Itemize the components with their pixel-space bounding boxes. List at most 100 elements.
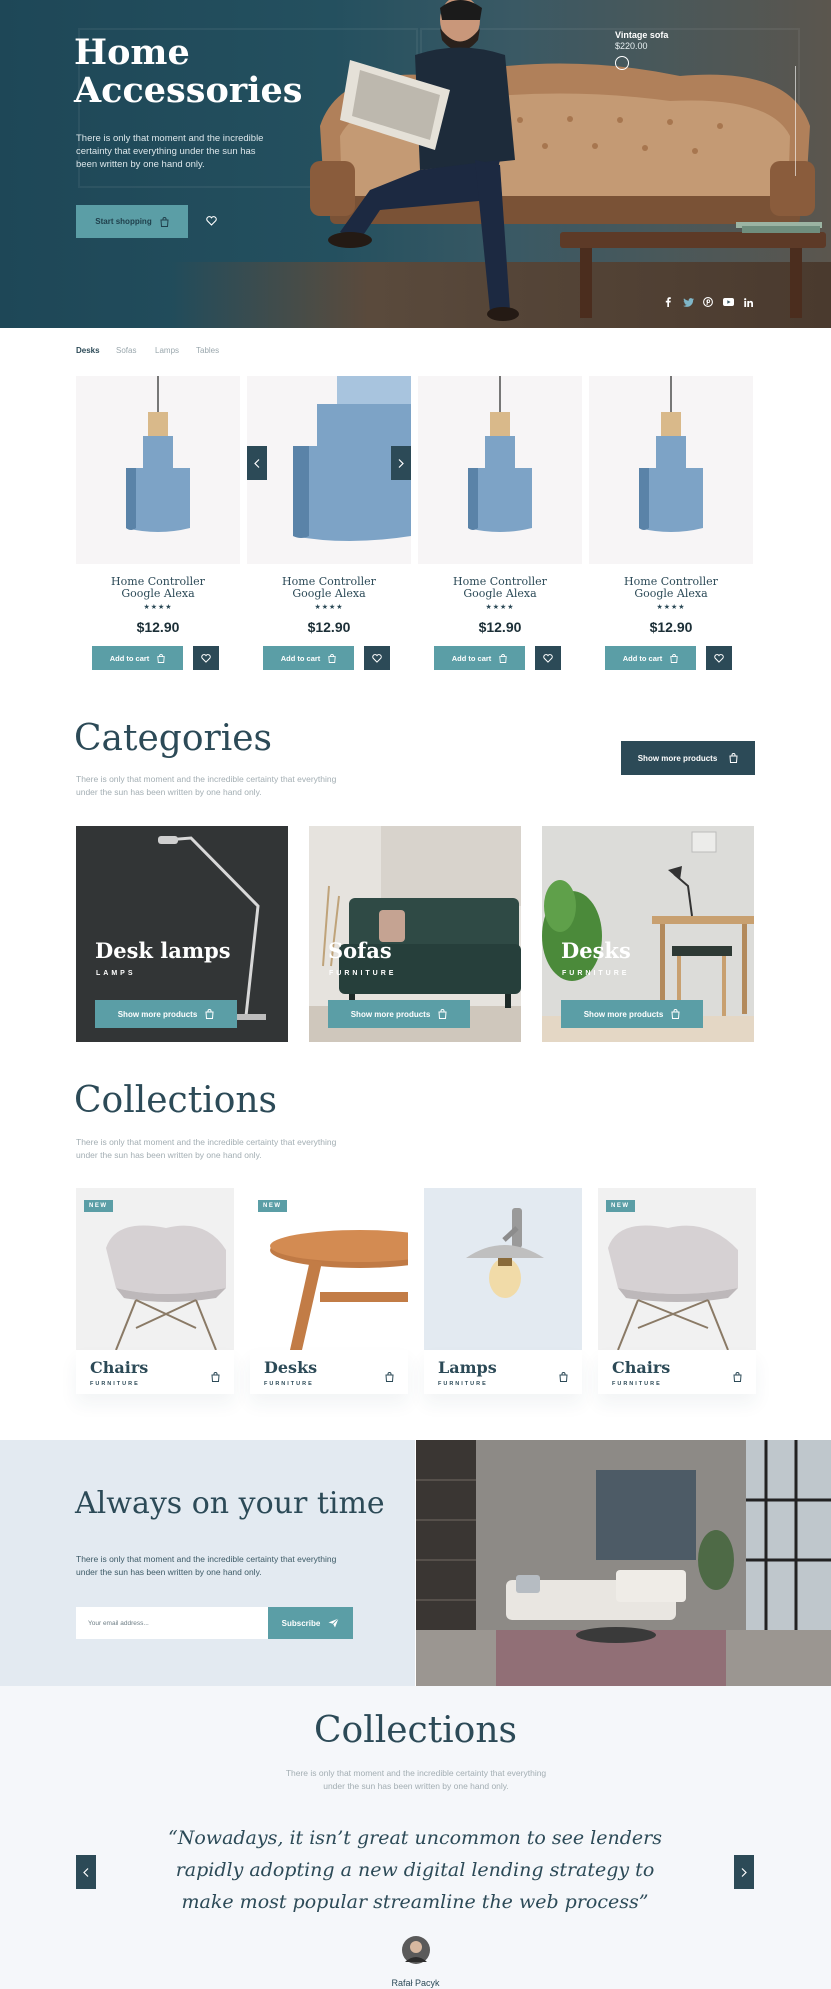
start-shopping-label: Start shopping (95, 217, 152, 226)
add-to-cart-button[interactable]: Add to cart (434, 646, 525, 670)
collection-card-desks[interactable] (250, 1188, 408, 1350)
collection-title: Chairs (90, 1358, 149, 1377)
pendant-lamp-image (468, 376, 532, 532)
collection-cart-button[interactable] (385, 1369, 394, 1387)
testimonial-next-button[interactable] (734, 1855, 754, 1889)
start-shopping-button[interactable]: Start shopping (76, 205, 188, 238)
collection-cart-button[interactable] (733, 1369, 742, 1387)
product-image[interactable] (589, 376, 753, 564)
facebook-icon[interactable] (662, 296, 674, 308)
newsletter-title: Always on your time (75, 1486, 385, 1521)
wishlist-button[interactable] (706, 646, 732, 670)
chevron-right-icon (741, 1867, 747, 1877)
product-price: $12.90 (649, 619, 693, 635)
heart-icon (543, 653, 553, 663)
hero-text: There is only that moment and the incred… (76, 133, 264, 170)
product-price: $12.90 (136, 619, 180, 635)
shopping-bag-icon (438, 1009, 447, 1019)
heart-icon (201, 653, 211, 663)
collections-text: There is only that moment and the incred… (76, 1137, 337, 1160)
shopping-bag-icon (328, 653, 336, 663)
collections-title: Collections (74, 1080, 278, 1121)
new-badge: NEW (258, 1200, 287, 1212)
chair-image (608, 1225, 738, 1350)
hero-title: Home Accessories (74, 34, 374, 110)
category-show-more-button[interactable]: Show more products (95, 1000, 237, 1028)
heart-icon (372, 653, 382, 663)
carousel-prev-button[interactable] (247, 446, 267, 480)
shopping-bag-icon (499, 653, 507, 663)
collection-card-lamps[interactable] (424, 1188, 582, 1350)
product-rating: ★★★★ (143, 604, 173, 611)
add-to-cart-button[interactable]: Add to cart (605, 646, 696, 670)
show-more-products-button[interactable]: Show more products (621, 741, 755, 775)
new-badge: NEW (606, 1200, 635, 1212)
shopping-bag-icon (733, 1372, 742, 1382)
wishlist-button[interactable] (193, 646, 219, 670)
chair-image (106, 1225, 226, 1350)
hero-banner: Home Accessories There is only that mome… (0, 0, 831, 328)
chevron-left-icon (254, 458, 260, 468)
pendant-lamp-image (293, 376, 411, 541)
add-to-cart-button[interactable]: Add to cart (263, 646, 354, 670)
category-title: Desk lamps (95, 938, 231, 963)
youtube-icon[interactable] (722, 296, 734, 308)
chevron-right-icon (398, 458, 404, 468)
category-show-more-button[interactable]: Show more products (328, 1000, 470, 1028)
wishlist-button[interactable] (364, 646, 390, 670)
collection-subtitle: FURNITURE (438, 1381, 488, 1387)
product-name: Home Controller Google Alexa (453, 575, 547, 600)
twitter-icon[interactable] (682, 296, 694, 308)
add-to-cart-button[interactable]: Add to cart (92, 646, 183, 670)
tab-tables[interactable]: Tables (196, 346, 219, 355)
product-price: $12.90 (478, 619, 522, 635)
carousel-next-button[interactable] (391, 446, 411, 480)
collection-subtitle: FURNITURE (90, 1381, 140, 1387)
product-name: Home Controller Google Alexa (624, 575, 718, 600)
wishlist-button[interactable] (535, 646, 561, 670)
send-icon (328, 1618, 340, 1628)
category-title: Desks (561, 938, 631, 963)
shopping-bag-icon (671, 1009, 680, 1019)
tab-lamps[interactable]: Lamps (155, 346, 179, 355)
product-rating: ★★★★ (656, 604, 686, 611)
heart-icon (205, 216, 217, 226)
collection-cart-button[interactable] (211, 1369, 220, 1387)
categories-text: There is only that moment and the incred… (76, 774, 337, 797)
collection-title: Lamps (438, 1358, 497, 1377)
pendant-lamp-image (126, 376, 190, 532)
email-input[interactable]: Your email address... (76, 1607, 268, 1639)
hotspot-marker[interactable] (615, 56, 629, 70)
tab-sofas[interactable]: Sofas (116, 346, 136, 355)
hotspot-product-price: $220.00 (615, 41, 648, 51)
product-image[interactable] (418, 376, 582, 564)
product-image[interactable] (247, 376, 411, 564)
shopping-bag-icon (670, 653, 678, 663)
pendant-lamp-image (639, 376, 703, 532)
pinterest-icon[interactable] (702, 296, 714, 308)
chevron-left-icon (83, 1867, 89, 1877)
collection-card-chairs[interactable] (598, 1188, 756, 1350)
hero-title-line1: Home (74, 32, 190, 73)
shopping-bag-icon (205, 1009, 214, 1019)
product-image[interactable] (76, 376, 240, 564)
new-badge: NEW (84, 1200, 113, 1212)
tab-desks[interactable]: Desks (76, 346, 100, 355)
linkedin-icon[interactable] (742, 296, 754, 308)
collection-card-chairs[interactable] (76, 1188, 234, 1350)
category-subtitle: FURNITURE (562, 970, 630, 977)
collection-cart-button[interactable] (559, 1369, 568, 1387)
category-show-more-button[interactable]: Show more products (561, 1000, 703, 1028)
collection-title: Desks (264, 1358, 318, 1377)
collection-subtitle: FURNITURE (264, 1381, 314, 1387)
product-name: Home Controller Google Alexa (282, 575, 376, 600)
living-room-image (416, 1440, 831, 1686)
heart-icon (714, 653, 724, 663)
shopping-bag-icon (385, 1372, 394, 1382)
newsletter-text: There is only that moment and the incred… (76, 1554, 337, 1577)
testimonial-prev-button[interactable] (76, 1855, 96, 1889)
categories-title: Categories (74, 718, 272, 759)
favorite-button[interactable] (202, 212, 220, 230)
category-title: Sofas (328, 938, 392, 963)
subscribe-button[interactable]: Subscribe (268, 1607, 353, 1639)
